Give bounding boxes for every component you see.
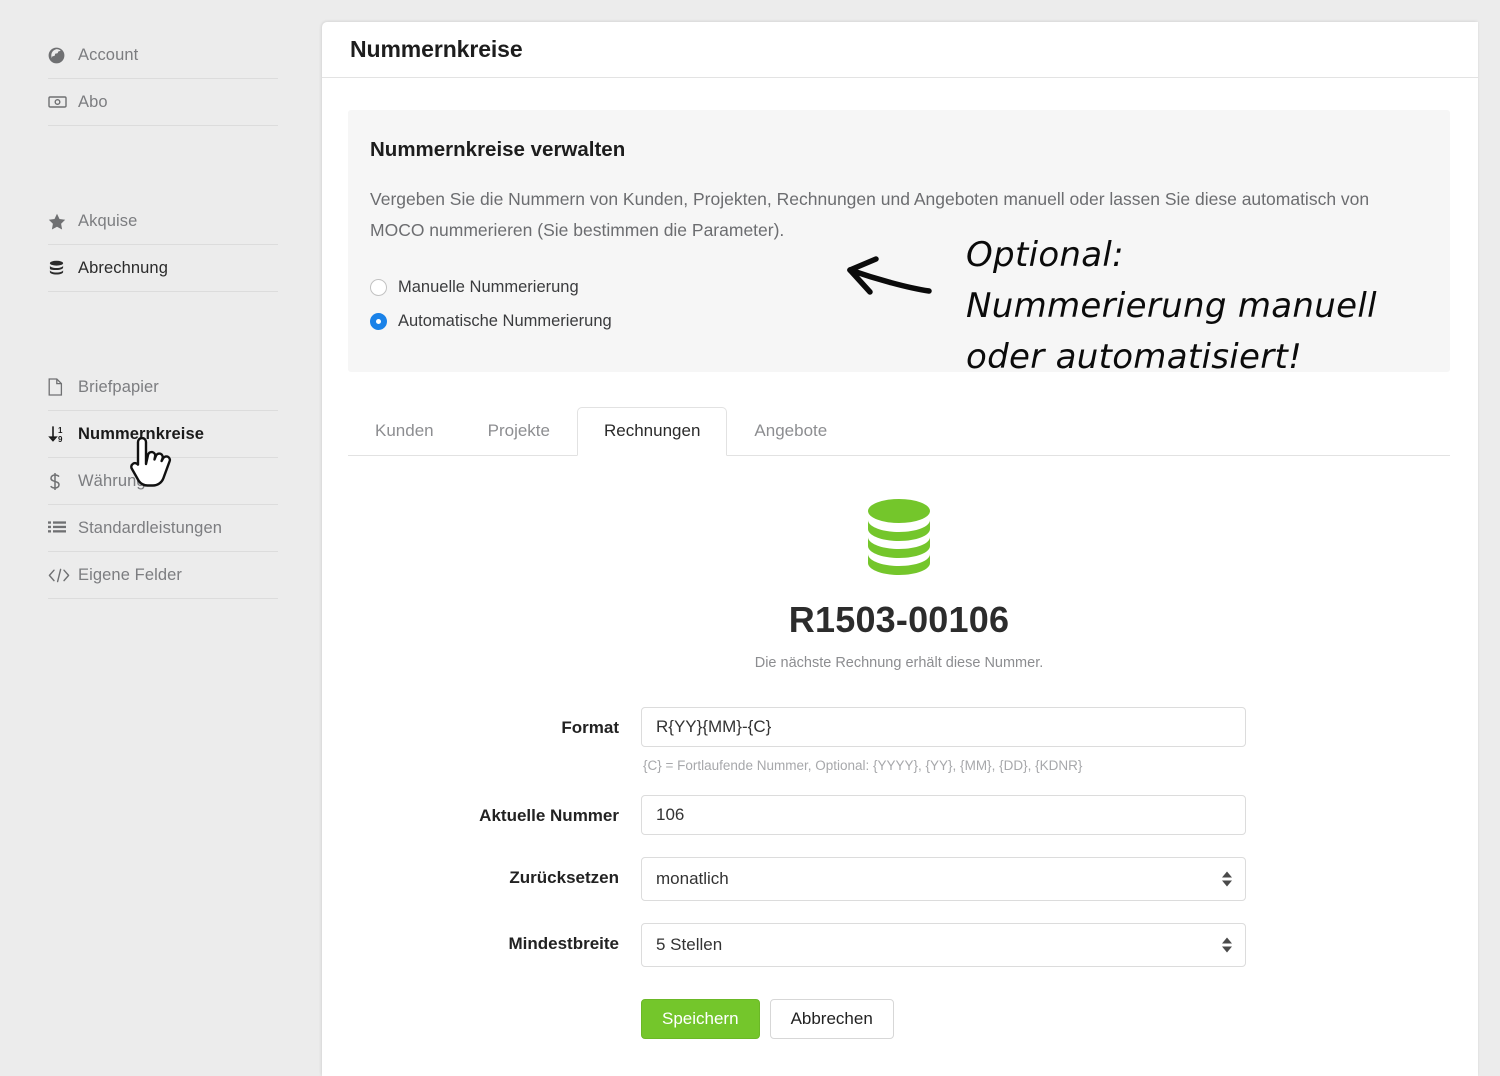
preview-note: Die nächste Rechnung erhält diese Nummer… [754, 655, 1044, 671]
list-icon [48, 520, 78, 536]
annotation-line-3: oder automatisiert! [966, 337, 1303, 377]
sidebar-item-standardleistungen[interactable]: Standardleistungen [48, 505, 278, 552]
banknote-icon [48, 95, 78, 109]
svg-text:1: 1 [58, 426, 63, 435]
sidebar-group-settings: Briefpapier 1 9 Nummernkreise Währung St… [48, 364, 278, 599]
tab-bar: Kunden Projekte Rechnungen Angebote [348, 407, 1450, 456]
sidebar-item-label: Eigene Felder [78, 565, 183, 584]
field-row-aktuelle-nummer: Aktuelle Nummer [348, 795, 1450, 835]
dollar-icon [48, 472, 78, 491]
tab-angebote[interactable]: Angebote [727, 407, 854, 456]
format-hint: {C} = Fortlaufende Nummer, Optional: {YY… [643, 758, 1083, 773]
mindestbreite-select[interactable]: 5 Stellen [641, 923, 1246, 967]
sidebar-item-label: Standardleistungen [78, 518, 222, 537]
number-preview: R1503-00106 Die nächste Rechnung erhält … [348, 456, 1450, 671]
sidebar-item-label: Account [78, 45, 139, 64]
panel-body: Nummernkreise verwalten Vergeben Sie die… [322, 78, 1478, 1039]
star-icon [48, 213, 78, 230]
globe-icon [48, 47, 78, 64]
page-title: Nummernkreise [350, 36, 523, 62]
sidebar-item-label: Währung [78, 471, 146, 490]
field-row-zuruecksetzen: Zurücksetzen monatlich [348, 857, 1450, 901]
field-label-zuruecksetzen: Zurücksetzen [509, 868, 619, 887]
format-input[interactable] [641, 707, 1246, 747]
zuruecksetzen-value: monatlich [656, 869, 729, 888]
tab-rechnungen[interactable]: Rechnungen [577, 407, 728, 456]
screen: Account Abo Akquise Abrechnung Briefpapi… [0, 0, 1500, 1076]
info-box: Nummernkreise verwalten Vergeben Sie die… [348, 110, 1450, 377]
sidebar-item-label: Abo [78, 92, 108, 111]
field-row-format: Format {C} = Fortlaufende Nummer, Option… [348, 707, 1450, 773]
file-icon [48, 378, 78, 396]
sidebar-item-eigene-felder[interactable]: Eigene Felder [48, 552, 278, 599]
sidebar-item-label: Abrechnung [78, 258, 168, 277]
zuruecksetzen-select[interactable]: monatlich [641, 857, 1246, 901]
radio-circle-icon [370, 278, 387, 296]
aktuelle-nummer-input[interactable] [641, 795, 1246, 835]
field-row-mindestbreite: Mindestbreite 5 Stellen [348, 923, 1450, 967]
sort-numeric-icon: 1 9 [48, 425, 78, 444]
sidebar-item-label: Briefpapier [78, 377, 159, 396]
radio-manuelle-nummerierung[interactable]: Manuelle Nummerierung [370, 270, 579, 304]
number-range-form: Format {C} = Fortlaufende Nummer, Option… [348, 707, 1450, 1039]
sidebar-item-waehrung[interactable]: Währung [48, 458, 278, 505]
field-control-zuruecksetzen: monatlich [641, 857, 1246, 901]
field-control-mindestbreite: 5 Stellen [641, 923, 1246, 967]
preview-number: R1503-00106 [788, 599, 1010, 640]
spinner-icon [1222, 937, 1232, 953]
info-box-title: Nummernkreise verwalten [370, 138, 626, 161]
radio-label: Automatische Nummerierung [398, 311, 612, 330]
sidebar-item-label: Nummernkreise [78, 424, 205, 443]
form-actions: Speichern Abbrechen [348, 999, 1450, 1039]
radio-label: Manuelle Nummerierung [398, 277, 579, 296]
code-icon [48, 568, 78, 583]
main-panel: Nummernkreise Nummernkreise verwalten Ve… [322, 22, 1478, 1076]
sidebar: Account Abo Akquise Abrechnung Briefpapi… [0, 0, 322, 1076]
sidebar-item-briefpapier[interactable]: Briefpapier [48, 364, 278, 411]
field-label-aktuelle-nummer: Aktuelle Nummer [479, 806, 619, 825]
sidebar-item-akquise[interactable]: Akquise [48, 198, 278, 245]
sidebar-group-business: Akquise Abrechnung [48, 198, 278, 292]
field-label-mindestbreite: Mindestbreite [508, 934, 619, 953]
sidebar-item-abrechnung[interactable]: Abrechnung [48, 245, 278, 292]
sidebar-item-account[interactable]: Account [48, 32, 278, 79]
field-control-aktuelle-nummer [641, 795, 1246, 835]
database-icon [865, 498, 933, 581]
field-label-format: Format [561, 718, 619, 737]
left-arrow-icon [836, 248, 932, 311]
save-button[interactable]: Speichern [641, 999, 760, 1039]
sidebar-item-abo[interactable]: Abo [48, 79, 278, 126]
radio-circle-selected-icon [370, 312, 387, 330]
svg-text:9: 9 [58, 435, 63, 444]
spinner-icon [1222, 871, 1232, 887]
radio-automatische-nummerierung[interactable]: Automatische Nummerierung [370, 304, 612, 338]
sidebar-item-nummernkreise[interactable]: 1 9 Nummernkreise [48, 411, 278, 458]
field-control-format: {C} = Fortlaufende Nummer, Optional: {YY… [641, 707, 1246, 773]
panel-header: Nummernkreise [322, 22, 1478, 78]
mindestbreite-value: 5 Stellen [656, 935, 723, 954]
tab-projekte[interactable]: Projekte [461, 407, 577, 456]
tab-kunden[interactable]: Kunden [348, 407, 461, 456]
sidebar-item-label: Akquise [78, 211, 138, 230]
sidebar-group-account: Account Abo [48, 32, 278, 126]
database-icon [48, 260, 78, 277]
annotation-line-2: Nummerierung manuell [966, 286, 1377, 326]
info-box-description: Vergeben Sie die Nummern von Kunden, Pro… [370, 189, 1370, 240]
cancel-button[interactable]: Abbrechen [769, 999, 894, 1039]
